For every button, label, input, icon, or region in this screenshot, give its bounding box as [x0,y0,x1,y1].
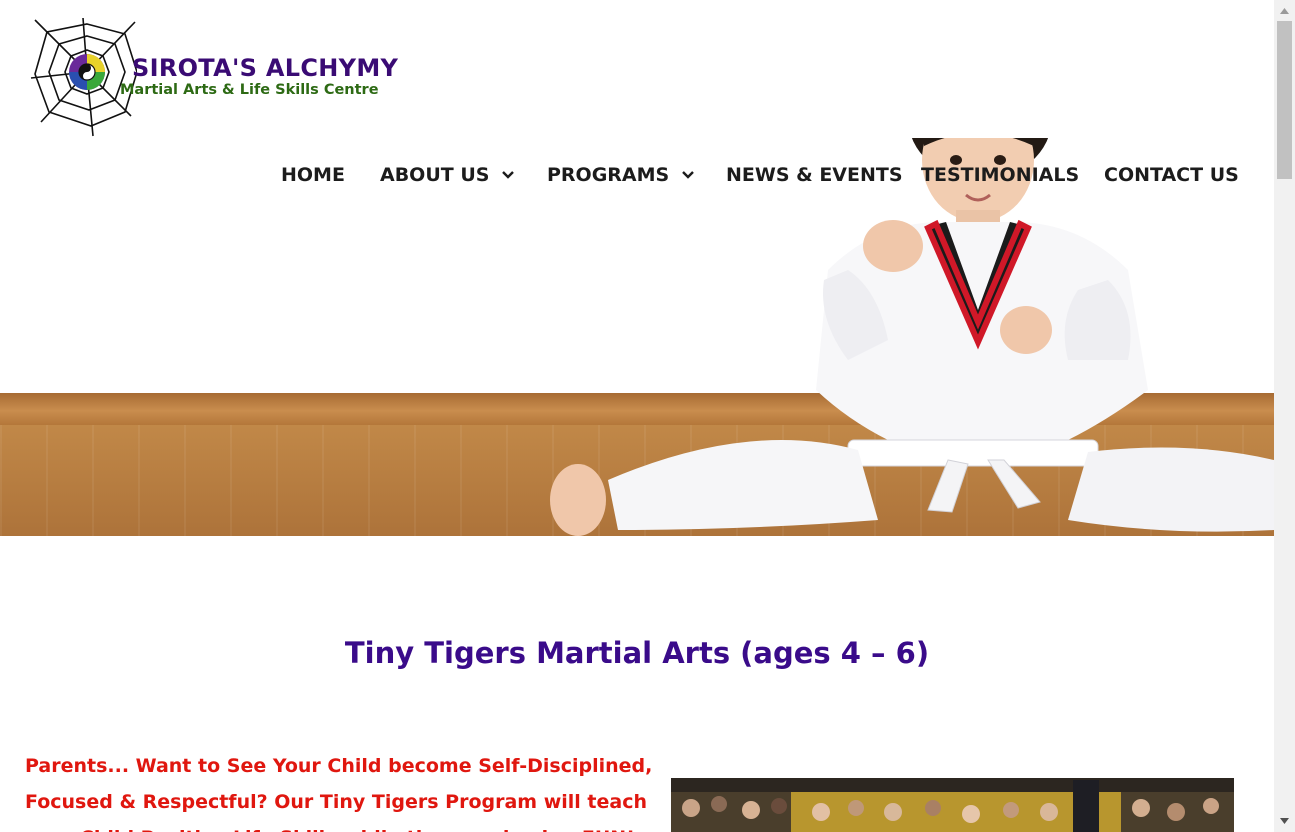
chevron-down-icon[interactable] [501,168,515,182]
nav-item-label: TESTIMONIALS [921,164,1080,186]
arrow-down-icon[interactable] [1274,811,1295,831]
scrollbar-thumb[interactable] [1277,21,1292,179]
page-title: Tiny Tigers Martial Arts (ages 4 – 6) [344,636,930,670]
nav-item-news-events[interactable]: NEWS & EVENTS [726,155,903,195]
site-logo[interactable]: SIROTA'S ALCHYMY Martial Arts & Life Ski… [27,16,417,138]
nav-item-testimonials[interactable]: TESTIMONIALS [921,155,1079,195]
intro-line: Focused & Respectful? Our Tiny Tigers Pr… [25,791,647,813]
nav-item-programs[interactable]: PROGRAMS [547,155,695,195]
class-photo-image [671,778,1234,832]
arrow-up-icon[interactable] [1274,1,1295,21]
intro-line: Parents... Want to See Your Child become… [25,755,653,777]
logo-subtitle: Martial Arts & Life Skills Centre [120,82,379,98]
nav-item-contact-us[interactable]: CONTACT US [1104,155,1239,195]
nav-item-label: CONTACT US [1104,164,1239,186]
class-photo [671,778,1234,832]
nav-item-label: PROGRAMS [547,164,670,186]
chevron-down-icon[interactable] [681,168,695,182]
nav-item-about-us[interactable]: ABOUT US [380,155,515,195]
main-navigation: HOME ABOUT US PROGRAMS NEWS & EVENTS TES… [0,155,1274,195]
nav-item-home[interactable]: HOME [281,155,345,195]
nav-item-label: HOME [281,164,345,186]
page-scrollbar[interactable] [1274,0,1295,832]
spider-web-logo-icon [30,17,137,137]
nav-item-label: ABOUT US [380,164,490,186]
site-header: SIROTA'S ALCHYMY Martial Arts & Life Ski… [0,0,1274,138]
intro-line: your Child Positive Life Skills while th… [25,820,635,832]
nav-item-label: NEWS & EVENTS [726,164,903,186]
logo-title: SIROTA'S ALCHYMY [132,54,399,82]
intro-paragraph: Parents... Want to See Your Child become… [25,748,653,832]
